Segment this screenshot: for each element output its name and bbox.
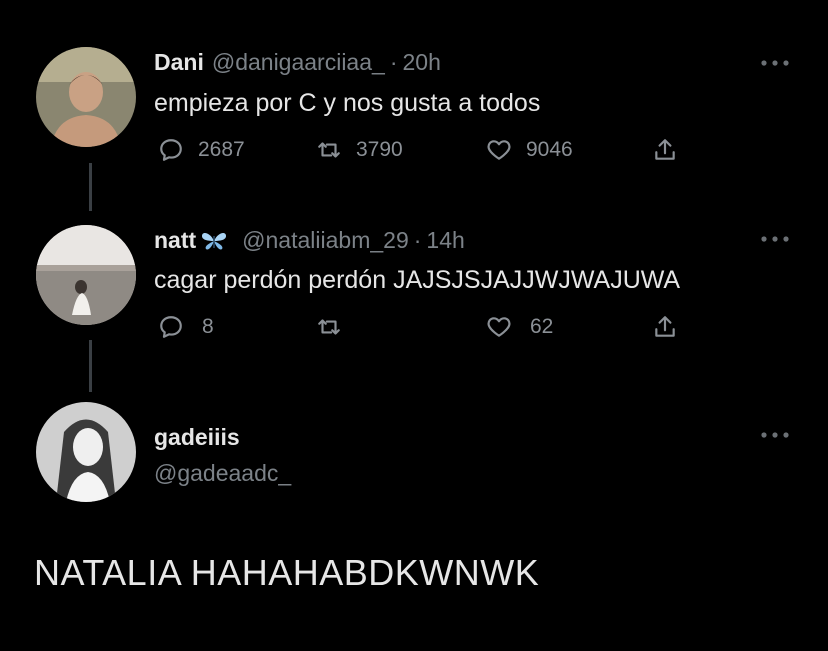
- username[interactable]: @nataliiabm_29: [242, 227, 409, 254]
- retweet-button[interactable]: 3790: [316, 137, 403, 163]
- tweet-text: NATALIA HAHAHABDKWNWK: [34, 552, 540, 593]
- retweet-button[interactable]: [316, 314, 356, 340]
- reply-count: 8: [202, 315, 214, 338]
- butterfly-icon: [200, 230, 228, 252]
- username[interactable]: @danigaarciiaa_: [212, 49, 385, 76]
- tweet-text: cagar perdón perdón JAJSJSJAJJWJWAJUWA: [154, 266, 681, 294]
- thread-line-1: [89, 163, 92, 211]
- tweet-header: natt @nataliiabm_29 · 14h: [154, 227, 465, 254]
- tweet-text: empieza por C y nos gusta a todos: [154, 89, 541, 117]
- reply-count: 2687: [198, 138, 245, 161]
- separator-dot: ·: [413, 227, 422, 253]
- timestamp[interactable]: 14h: [426, 227, 464, 254]
- like-count: 62: [530, 315, 554, 338]
- retweet-icon: [318, 142, 340, 158]
- more-options-icon[interactable]: [760, 430, 790, 440]
- avatar[interactable]: [36, 402, 136, 502]
- heart-icon: [487, 140, 511, 160]
- retweet-icon: [318, 319, 340, 335]
- like-button[interactable]: 62: [486, 314, 553, 340]
- share-button[interactable]: [652, 137, 678, 163]
- display-name[interactable]: natt: [154, 227, 196, 254]
- separator-dot: ·: [389, 49, 398, 75]
- more-options-icon[interactable]: [760, 234, 790, 244]
- reply-button[interactable]: 8: [158, 314, 214, 340]
- username[interactable]: @gadeaadc_: [154, 460, 291, 487]
- reply-icon: [160, 316, 182, 338]
- display-name[interactable]: gadeiiis: [154, 424, 240, 451]
- display-name[interactable]: Dani: [154, 49, 204, 76]
- more-options-icon[interactable]: [760, 58, 790, 68]
- like-count: 9046: [526, 138, 573, 161]
- like-button[interactable]: 9046: [486, 137, 573, 163]
- heart-icon: [487, 317, 511, 337]
- tweet-header: Dani @danigaarciiaa_ · 20h: [154, 49, 441, 76]
- reply-button[interactable]: 2687: [158, 137, 245, 163]
- tweet-actions: 8 62: [158, 314, 698, 346]
- share-button[interactable]: [652, 314, 678, 340]
- retweet-count: 3790: [356, 138, 403, 161]
- tweet-actions: 2687 3790 9046: [158, 137, 698, 169]
- avatar[interactable]: [36, 225, 136, 325]
- share-icon: [655, 139, 675, 160]
- tweet-header: gadeiiis: [154, 424, 240, 451]
- timestamp[interactable]: 20h: [402, 49, 440, 76]
- thread-line-2: [89, 340, 92, 392]
- reply-icon: [160, 139, 182, 161]
- avatar[interactable]: [36, 47, 136, 147]
- share-icon: [655, 316, 675, 337]
